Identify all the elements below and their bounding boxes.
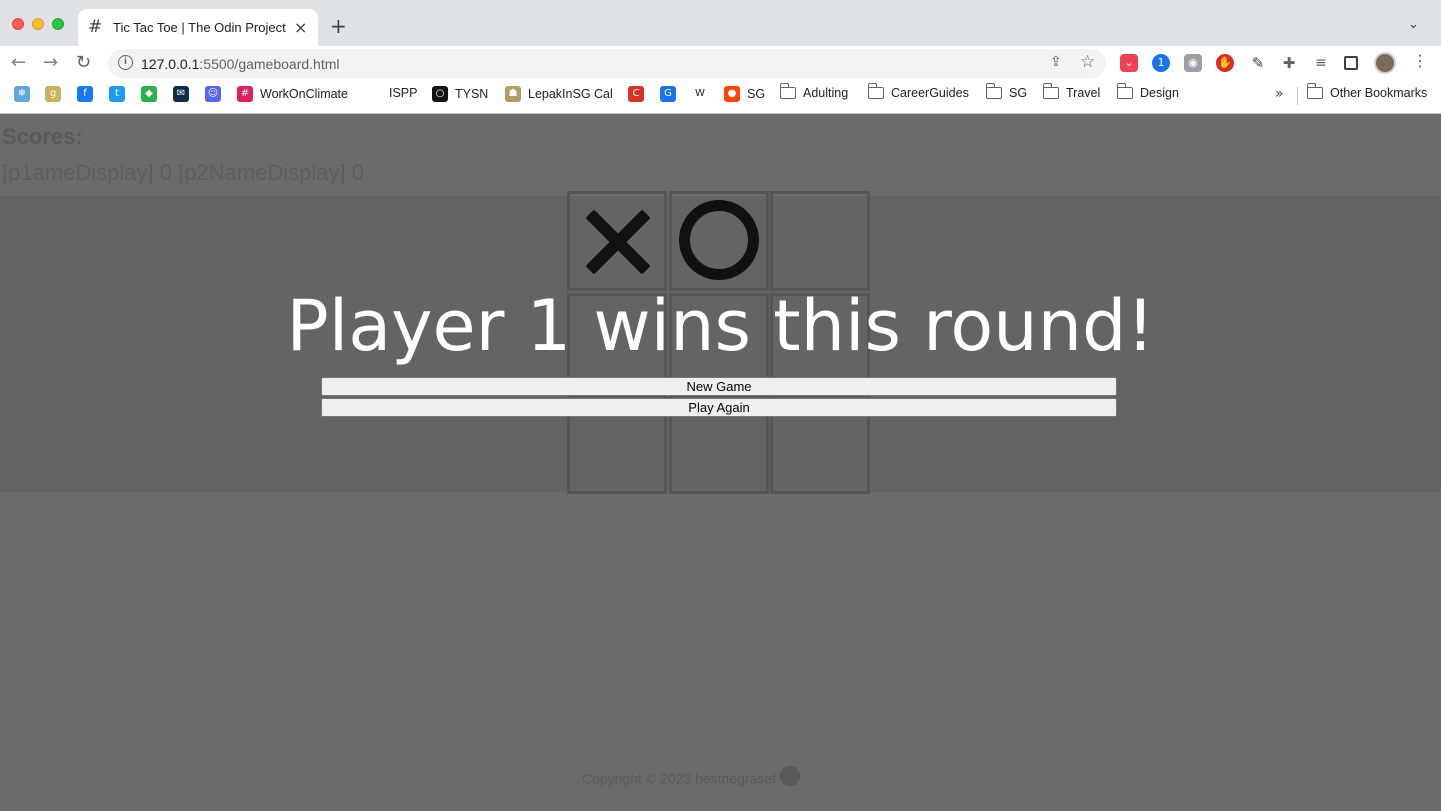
gcal-icon: G [660, 86, 676, 102]
g-icon: g [45, 86, 61, 102]
star-icon[interactable]: ☆ [1080, 52, 1095, 72]
lepak-icon: ☗ [505, 86, 521, 102]
board-cell[interactable] [770, 191, 870, 291]
folder-icon [985, 83, 1002, 99]
window-maximize-button[interactable] [52, 18, 64, 30]
folder-icon [1306, 83, 1323, 99]
tab-bar: # Tic Tac Toe | The Odin Project × + ⌄ [0, 0, 1441, 46]
play-again-button[interactable]: Play Again [321, 398, 1117, 417]
board-cell[interactable] [567, 191, 667, 291]
bookmark-item[interactable]: ✉ [173, 86, 189, 102]
round-result-title: Player 1 wins this round! [286, 285, 1155, 367]
facebook-icon: f [77, 86, 93, 102]
eyedropper-icon[interactable]: ✎ [1249, 54, 1267, 72]
pocket-icon[interactable]: ⌄ [1120, 54, 1138, 72]
bookmark-item[interactable]: ◆ [141, 86, 157, 102]
discord-icon: ☺ [205, 86, 221, 102]
bookmark-label: SG [747, 87, 766, 101]
scores-line: [p1ameDisplay] 0 [p2NameDisplay] 0 [2, 160, 364, 185]
bookmark-item[interactable]: t [109, 86, 125, 102]
new-tab-button[interactable]: + [330, 16, 347, 36]
new-game-button[interactable]: New Game [321, 377, 1117, 396]
bookmark-label: LepakInSG Cal [528, 87, 613, 101]
folder-icon [1116, 83, 1133, 99]
bookmark-item[interactable]: g [45, 86, 61, 102]
window-minimize-button[interactable] [32, 18, 44, 30]
scores-heading: Scores: [2, 124, 83, 149]
bookmark-item[interactable]: C [628, 86, 644, 102]
bookmark-label: Design [1140, 86, 1179, 100]
bookmark-label: Travel [1066, 86, 1101, 100]
other-bookmarks-label: Other Bookmarks [1330, 86, 1428, 100]
close-icon[interactable]: × [294, 18, 307, 37]
bookmarks-overflow-icon[interactable]: » [1275, 86, 1284, 102]
side-panel-icon[interactable] [1344, 56, 1358, 70]
bookmark-item[interactable]: G [660, 86, 676, 102]
bookmark-item[interactable]: ● SG [724, 86, 765, 102]
bookmark-item[interactable]: ☺ [205, 86, 221, 102]
wikipedia-icon: W [695, 88, 705, 99]
bookmark-item[interactable]: Design [1116, 83, 1179, 100]
password-manager-icon[interactable]: 1 [1152, 54, 1170, 72]
mail-icon: ✉ [173, 86, 189, 102]
bookmark-item[interactable]: ❄ [14, 86, 30, 102]
bookmark-item[interactable]: SG [985, 83, 1028, 100]
o-mark [678, 200, 759, 280]
browser-toolbar: ← → ↻ i 127.0.0.1:5500/gameboard.html ⇪ … [0, 46, 1441, 80]
bookmark-item[interactable]: Travel [1042, 83, 1101, 100]
window-close-button[interactable] [12, 18, 24, 30]
address-bar[interactable]: i 127.0.0.1:5500/gameboard.html ⇪ ☆ [108, 49, 1106, 78]
bookmark-item[interactable]: W [692, 86, 708, 102]
hash-grid-icon: # [88, 17, 103, 37]
camera-icon[interactable]: ◉ [1184, 54, 1202, 72]
forward-arrow-icon[interactable]: → [43, 52, 58, 73]
bookmark-item[interactable]: ○ TYSN [432, 86, 488, 102]
bookmark-item[interactable]: ISPP [389, 86, 418, 100]
bookmark-label: Adulting [803, 86, 849, 100]
bookmark-label: SG [1009, 86, 1028, 100]
page-content: Scores: [p1ameDisplay] 0 [p2NameDisplay]… [0, 115, 1441, 811]
bookmark-label: CareerGuides [891, 86, 969, 100]
other-bookmarks[interactable]: Other Bookmarks [1306, 83, 1428, 100]
footer: Copyright © 2023 hestnegrasef [582, 766, 800, 790]
twitter-icon: t [109, 86, 125, 102]
reddit-icon: ● [724, 86, 740, 102]
bookmarks-bar: ❄ g f t ◆ ✉ ☺ # WorkOnClimate ISPP ○ TYSN ☗ LepakInSG… [0, 81, 1441, 109]
circle-icon: ○ [432, 86, 448, 102]
blocker-icon[interactable]: ✋ [1216, 54, 1234, 72]
bookmark-item[interactable]: CareerGuides [867, 83, 969, 100]
folder-icon [779, 83, 796, 99]
info-icon[interactable]: i [118, 55, 133, 70]
tab-title: Tic Tac Toe | The Odin Project [113, 20, 286, 35]
feedly-icon: ◆ [141, 86, 157, 102]
board-cell[interactable] [668, 191, 769, 291]
back-arrow-icon[interactable]: ← [11, 52, 26, 73]
extensions-puzzle-icon[interactable]: ✚ [1280, 54, 1298, 72]
bookmark-label: ISPP [389, 86, 418, 100]
github-icon[interactable] [780, 766, 800, 786]
folder-icon [867, 83, 884, 99]
url-text[interactable]: 127.0.0.1:5500/gameboard.html [141, 56, 339, 72]
bookmark-label: TYSN [455, 87, 489, 101]
bookmark-item[interactable]: f [77, 86, 93, 102]
chevron-down-icon[interactable]: ⌄ [1408, 17, 1419, 32]
slack-icon: # [237, 86, 253, 102]
bookmark-item[interactable]: ☗ LepakInSG Cal [505, 86, 613, 102]
tab-tic-tac-toe[interactable]: # Tic Tac Toe | The Odin Project × [78, 9, 318, 46]
share-icon[interactable]: ⇪ [1050, 54, 1062, 70]
cape-icon: C [628, 86, 644, 102]
bookmark-item[interactable]: # WorkOnClimate [237, 86, 348, 102]
bookmark-label: WorkOnClimate [260, 87, 348, 101]
media-queue-icon[interactable]: ≡ [1312, 54, 1330, 72]
reload-icon[interactable]: ↻ [76, 52, 91, 73]
browser-chrome: # Tic Tac Toe | The Odin Project × + ⌄ ←… [0, 0, 1441, 114]
more-vertical-icon[interactable]: ⋮ [1412, 51, 1428, 70]
bookmarks-divider [1297, 87, 1298, 105]
bookmark-item[interactable]: Adulting [779, 83, 849, 100]
tree-icon: ❄ [14, 86, 30, 102]
avatar[interactable] [1374, 52, 1396, 74]
x-mark [582, 206, 654, 278]
copyright-text: Copyright © 2023 hestnegrasef [582, 770, 776, 787]
folder-icon [1042, 83, 1059, 99]
